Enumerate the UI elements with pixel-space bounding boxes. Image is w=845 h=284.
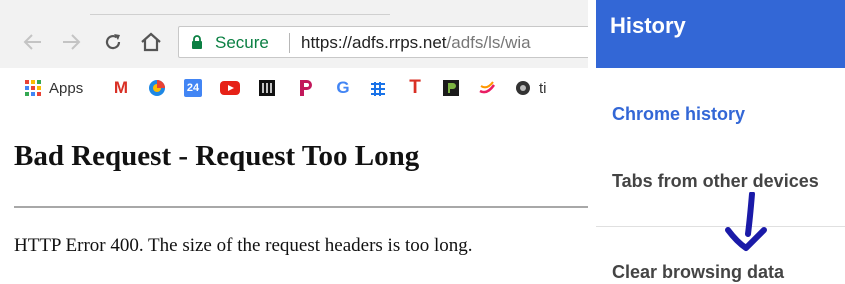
nav-clear-browsing-data[interactable]: Clear browsing data <box>612 262 784 283</box>
t-logo-icon: T <box>409 77 421 98</box>
bookmark-last[interactable]: ti <box>514 78 547 98</box>
back-arrow-icon <box>23 34 41 50</box>
camera-icon <box>516 81 530 95</box>
omnibox-divider <box>289 33 290 53</box>
url-host: https://adfs.rrps.net <box>301 33 447 52</box>
page-title: Bad Request - Request Too Long <box>14 140 420 172</box>
bookmark-book[interactable] <box>258 78 276 98</box>
security-label: Secure <box>215 33 269 52</box>
youtube-icon <box>220 81 240 95</box>
bookmark-swoosh[interactable] <box>478 78 496 98</box>
google-icon: G <box>336 78 350 97</box>
dark-p-icon <box>443 80 459 96</box>
bookmark-last-label: ti <box>539 79 547 97</box>
address-bar[interactable]: Secure https://adfs.rrps.net/adfs/ls/wia <box>178 26 588 58</box>
url-text[interactable]: https://adfs.rrps.net/adfs/ls/wia <box>301 33 531 53</box>
back-button[interactable] <box>20 28 46 56</box>
book-icon <box>259 80 275 96</box>
gmail-icon: M <box>113 78 129 97</box>
url-path: /adfs/ls/wia <box>446 33 531 52</box>
apps-label: Apps <box>49 79 84 97</box>
error-message: HTTP Error 400. The size of the request … <box>14 235 473 256</box>
bookmark-google[interactable]: G <box>334 78 352 98</box>
history-header: History <box>596 0 845 68</box>
forward-arrow-icon <box>63 34 81 50</box>
annotation-arrow-icon <box>725 192 767 251</box>
home-icon <box>141 32 161 52</box>
bookmarks-bar: Apps M 24 G T ti <box>0 72 588 102</box>
swirl-icon <box>149 80 165 96</box>
bookmark-apps[interactable]: Apps <box>24 78 83 98</box>
browser-toolbar: Secure https://adfs.rrps.net/adfs/ls/wia <box>0 0 588 68</box>
bookmark-calendar[interactable]: 24 <box>184 78 202 98</box>
bookmark-dark-p[interactable] <box>442 78 460 98</box>
history-title: History <box>610 13 686 38</box>
bookmark-chrome[interactable] <box>148 78 166 98</box>
apps-grid-icon <box>25 80 41 96</box>
forward-button[interactable] <box>58 28 84 56</box>
reload-button[interactable] <box>100 28 126 56</box>
calendar-icon: 24 <box>184 79 202 97</box>
bookmark-t[interactable]: T <box>406 77 424 98</box>
nav-tabs-other-devices[interactable]: Tabs from other devices <box>612 171 819 192</box>
bookmark-sheet[interactable] <box>370 78 386 98</box>
swoosh-icon <box>479 81 496 94</box>
lock-icon <box>192 35 202 49</box>
browser-window: Secure https://adfs.rrps.net/adfs/ls/wia… <box>0 0 588 284</box>
sheet-icon <box>371 82 385 96</box>
reload-icon <box>105 34 121 50</box>
bookmark-gmail[interactable]: M <box>112 78 130 98</box>
bookmark-p[interactable] <box>298 78 314 98</box>
tab-strip-edge <box>90 14 390 15</box>
nav-chrome-history[interactable]: Chrome history <box>612 104 745 125</box>
bookmark-youtube[interactable] <box>220 78 240 98</box>
p-logo-icon <box>300 80 312 96</box>
page-divider <box>14 206 588 208</box>
home-button[interactable] <box>138 28 164 56</box>
